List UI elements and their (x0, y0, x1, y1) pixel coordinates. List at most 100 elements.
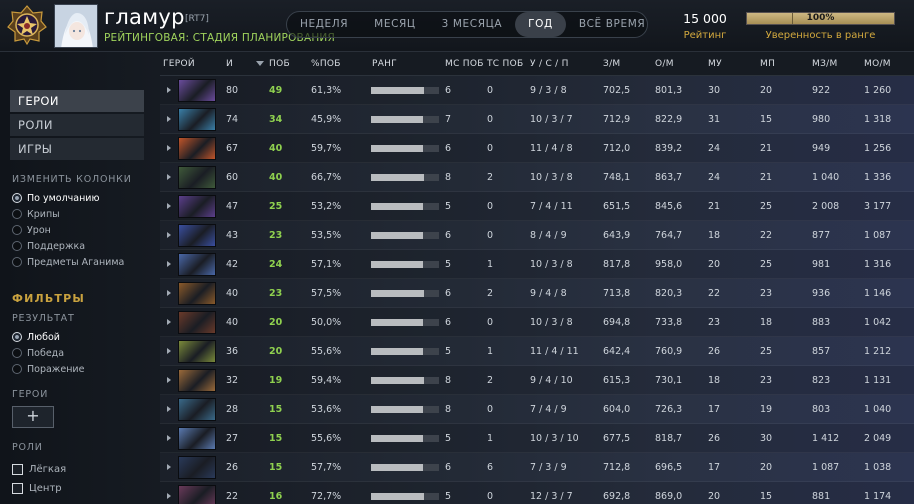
cell-kda: 7 / 3 / 9 (530, 462, 567, 473)
table-row[interactable]: 40 20 50,0% 6 0 10 / 3 / 8 694,8 733,8 23 18 883 1 … (160, 308, 914, 337)
table-row[interactable]: 22 16 72,7% 5 0 12 / 3 / 7 692,8 869,0 20 15 881 1 … (160, 482, 914, 504)
cell-ms-wins: 5 (445, 491, 452, 502)
sidebar: ГЕРОИ РОЛИ ИГРЫ ИЗМЕНИТЬ КОЛОНКИ По умол… (0, 52, 160, 504)
cell-max-gpm: 881 (812, 491, 831, 502)
cell-kda: 10 / 3 / 8 (530, 259, 573, 270)
table-row[interactable]: 42 24 57,1% 5 1 10 / 3 / 8 817,8 958,0 20 25 981 1 … (160, 250, 914, 279)
tab-month[interactable]: МЕСЯЦ (361, 12, 428, 37)
columns-option-label: Предметы Аганима (27, 256, 125, 268)
expand-arrow-icon[interactable] (167, 435, 171, 441)
col-max-deaths[interactable]: МП (760, 59, 775, 69)
cell-max-kills: 18 (708, 230, 721, 241)
cell-max-kills: 20 (708, 259, 721, 270)
table-row[interactable]: 60 40 66,7% 8 2 10 / 3 / 8 748,1 863,7 24 21 1 040… (160, 163, 914, 192)
rank-bar-fill (371, 232, 424, 239)
col-ts-wins[interactable]: ТС ПОБ (487, 59, 523, 69)
cell-xpm: 845,6 (655, 201, 683, 212)
cell-ts-wins: 2 (487, 172, 494, 183)
expand-arrow-icon[interactable] (167, 87, 171, 93)
cell-max-kills: 24 (708, 172, 721, 183)
table-row[interactable]: 36 20 55,6% 5 1 11 / 4 / 11 642,4 760,9 26 25 857 1… (160, 337, 914, 366)
result-option-any[interactable]: Любой (12, 330, 60, 344)
cell-kda: 10 / 3 / 8 (530, 317, 573, 328)
table-row[interactable]: 80 49 61,3% 6 0 9 / 3 / 8 702,5 801,3 30 20 922 1 2… (160, 76, 914, 105)
cell-max-deaths: 20 (760, 462, 773, 473)
col-max-kills[interactable]: МУ (708, 59, 722, 69)
cell-games: 67 (226, 143, 239, 154)
col-kda[interactable]: У / С / П (530, 59, 569, 69)
col-gpm[interactable]: З/М (603, 59, 620, 69)
columns-option-aghanim[interactable]: Предметы Аганима (12, 255, 124, 269)
expand-arrow-icon[interactable] (167, 145, 171, 151)
table-row[interactable]: 67 40 59,7% 6 0 11 / 4 / 8 712,0 839,2 24 21 949 1 … (160, 134, 914, 163)
radio-icon (12, 348, 22, 358)
tab-3-months[interactable]: 3 МЕСЯЦА (429, 12, 515, 37)
result-option-label: Любой (27, 331, 60, 343)
result-option-loss[interactable]: Поражение (12, 362, 84, 376)
checkbox-icon (12, 482, 23, 494)
expand-arrow-icon[interactable] (167, 174, 171, 180)
hero-portrait (178, 398, 216, 421)
expand-arrow-icon[interactable] (167, 348, 171, 354)
expand-arrow-icon[interactable] (167, 406, 171, 412)
hero-portrait (178, 311, 216, 334)
columns-option-label: Урон (27, 224, 51, 236)
expand-arrow-icon[interactable] (167, 261, 171, 267)
table-row[interactable]: 43 23 53,5% 6 0 8 / 4 / 9 643,9 764,7 18 22 877 1 0… (160, 221, 914, 250)
result-option-win[interactable]: Победа (12, 346, 64, 360)
sidebar-item-games[interactable]: ИГРЫ (10, 138, 144, 160)
cell-gpm: 651,5 (603, 201, 631, 212)
cell-ts-wins: 1 (487, 259, 494, 270)
expand-arrow-icon[interactable] (167, 319, 171, 325)
table-row[interactable]: 32 19 59,4% 8 2 9 / 4 / 10 615,3 730,1 18 23 823 1 … (160, 366, 914, 395)
col-max-gpm[interactable]: МЗ/М (812, 59, 838, 69)
cell-winrate: 50,0% (311, 317, 342, 328)
expand-arrow-icon[interactable] (167, 464, 171, 470)
sidebar-item-heroes[interactable]: ГЕРОИ (10, 90, 144, 112)
expand-arrow-icon[interactable] (167, 493, 171, 499)
table-row[interactable]: 26 15 57,7% 6 6 7 / 3 / 9 712,8 696,5 17 20 1 087 1… (160, 453, 914, 482)
hero-portrait (178, 108, 216, 131)
col-hero[interactable]: ГЕРОЙ (163, 59, 195, 69)
table-row[interactable]: 74 34 45,9% 7 0 10 / 3 / 7 712,9 822,9 31 15 980 1 … (160, 105, 914, 134)
table-row[interactable]: 28 15 53,6% 8 0 7 / 4 / 9 604,0 726,3 17 19 803 1 0… (160, 395, 914, 424)
role-option-mid[interactable]: Центр (12, 481, 62, 495)
cell-max-kills: 30 (708, 85, 721, 96)
col-max-xpm[interactable]: МО/М (864, 59, 891, 69)
tab-year[interactable]: ГОД (515, 12, 566, 37)
expand-arrow-icon[interactable] (167, 203, 171, 209)
table-row[interactable]: 47 25 53,2% 5 0 7 / 4 / 11 651,5 845,6 21 25 2 008… (160, 192, 914, 221)
tab-all-time[interactable]: ВСЁ ВРЕМЯ (566, 12, 658, 37)
cell-xpm: 822,9 (655, 114, 683, 125)
columns-option-support[interactable]: Поддержка (12, 239, 85, 253)
avatar[interactable] (54, 4, 98, 48)
add-hero-filter-button[interactable]: + (12, 406, 54, 428)
role-option-carry[interactable]: Лёгкая (12, 462, 66, 476)
cell-winrate: 45,9% (311, 114, 342, 125)
sort-desc-icon[interactable] (256, 61, 264, 66)
table-row[interactable]: 40 23 57,5% 6 2 9 / 4 / 8 713,8 820,3 22 23 936 1 1… (160, 279, 914, 308)
columns-option-creeps[interactable]: Крипы (12, 207, 60, 221)
col-xpm[interactable]: О/М (655, 59, 674, 69)
cell-gpm: 692,8 (603, 491, 631, 502)
col-winrate[interactable]: %ПОБ (311, 59, 341, 69)
col-wins[interactable]: ПОБ (269, 59, 290, 69)
sidebar-item-roles[interactable]: РОЛИ (10, 114, 144, 136)
cell-kda: 8 / 4 / 9 (530, 230, 567, 241)
cell-max-gpm: 857 (812, 346, 831, 357)
col-ms-wins[interactable]: МС ПОБ (445, 59, 484, 69)
col-games[interactable]: И (226, 59, 233, 69)
tab-week[interactable]: НЕДЕЛЯ (287, 12, 361, 37)
expand-arrow-icon[interactable] (167, 290, 171, 296)
columns-option-damage[interactable]: Урон (12, 223, 51, 237)
expand-arrow-icon[interactable] (167, 377, 171, 383)
expand-arrow-icon[interactable] (167, 116, 171, 122)
rank-bar-fill (371, 203, 424, 210)
cell-wins: 19 (269, 375, 283, 386)
columns-option-default[interactable]: По умолчанию (12, 191, 99, 205)
radio-icon (12, 225, 22, 235)
cell-max-kills: 21 (708, 201, 721, 212)
table-row[interactable]: 27 15 55,6% 5 1 10 / 3 / 10 677,5 818,7 26 30 1 41… (160, 424, 914, 453)
col-rank[interactable]: РАНГ (372, 59, 397, 69)
expand-arrow-icon[interactable] (167, 232, 171, 238)
